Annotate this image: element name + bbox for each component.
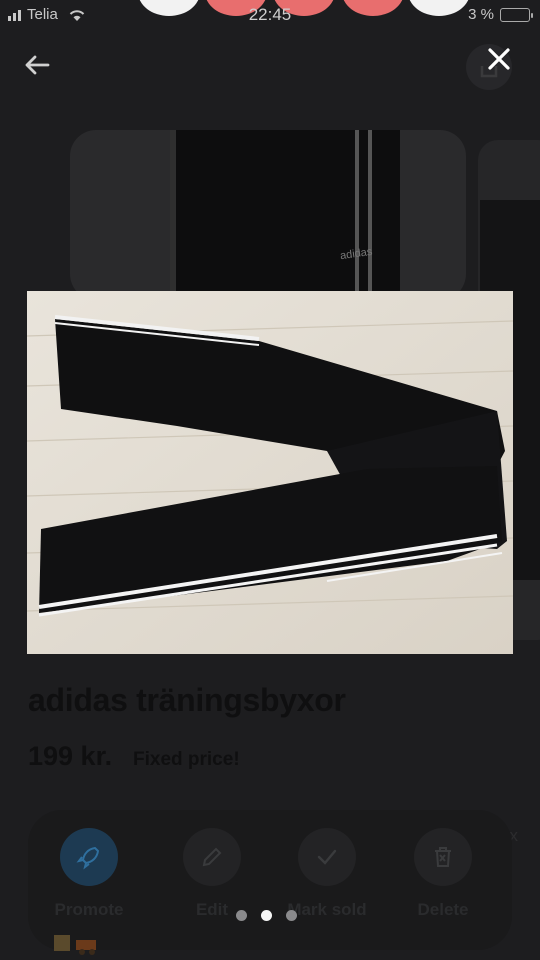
listing-photo-thumbnail: adidas	[70, 130, 466, 300]
delete-label: Delete	[417, 900, 469, 919]
promote-icon-circle	[60, 828, 118, 886]
price-note: Fixed price!	[133, 749, 240, 770]
rocket-icon	[76, 846, 100, 870]
pager-dot-1[interactable]	[236, 910, 247, 921]
photo-pager	[236, 910, 297, 921]
trash-icon	[435, 847, 451, 867]
listing-price: 199 kr.	[28, 741, 113, 771]
delete-icon-circle	[414, 828, 472, 886]
listing-photo-fullscreen[interactable]	[27, 291, 513, 654]
status-bar: Telia 22:45 3 %	[0, 0, 540, 30]
thumbnail-pants	[170, 130, 400, 300]
promote-label: Promote	[54, 900, 124, 919]
thumbnail-stripe-2	[368, 130, 372, 300]
battery-percent: 3 %	[468, 6, 494, 23]
edit-icon-circle	[183, 828, 241, 886]
pager-dot-3[interactable]	[286, 910, 297, 921]
close-icon[interactable]	[482, 42, 516, 76]
promote-button[interactable]: Promote	[34, 828, 144, 928]
back-arrow-icon[interactable]	[20, 48, 54, 82]
delete-button[interactable]: Delete	[388, 828, 498, 928]
mark-sold-icon-circle	[298, 828, 356, 886]
pencil-icon	[202, 847, 222, 867]
listing-action-bar: Promote Edit Mark sold Delete	[28, 810, 512, 950]
battery-icon	[500, 7, 533, 22]
checkmark-icon	[317, 849, 337, 865]
clock: 22:45	[248, 5, 292, 24]
pants-photo-image	[27, 291, 513, 654]
battery-status: 3 %	[468, 6, 533, 23]
pager-dot-2[interactable]	[261, 910, 272, 921]
shipping-icon	[54, 935, 96, 955]
thumbnail-stripe-1	[355, 130, 359, 300]
listing-title: adidas träningsbyxor	[28, 682, 346, 718]
